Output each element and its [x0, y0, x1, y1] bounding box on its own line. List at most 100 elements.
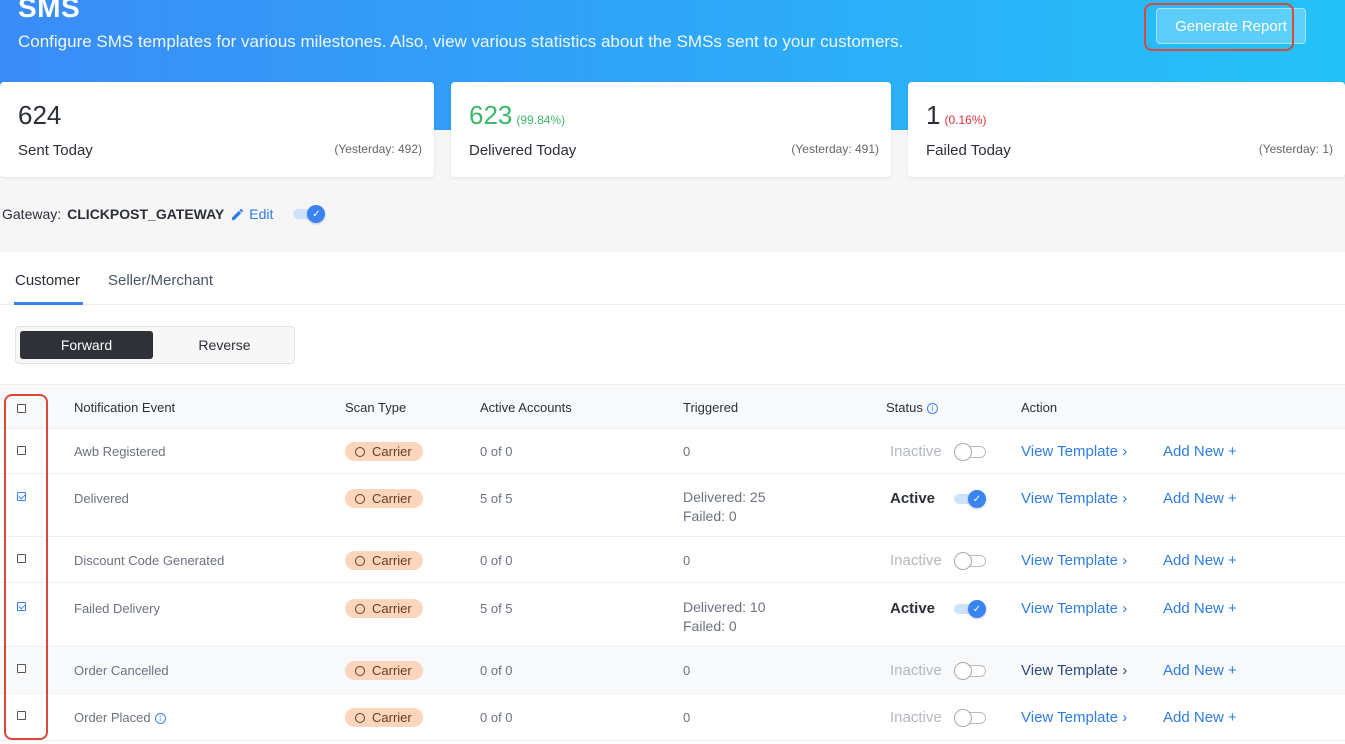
templates-panel: Customer Seller/Merchant Forward Reverse…	[0, 252, 1345, 744]
scan-type-chip: Carrier	[345, 442, 423, 461]
table-row: Order Placed i Carrier 0 of 0 0 Inactive …	[0, 694, 1345, 741]
highlight-outline-generate-report	[1144, 3, 1294, 51]
view-template-link[interactable]: View Template ›	[1021, 600, 1127, 617]
highlight-outline-checkboxes	[4, 394, 48, 740]
stat-yesterday: (Yesterday: 491)	[791, 142, 879, 156]
chevron-right-icon: ›	[1122, 662, 1128, 679]
gateway-name: CLICKPOST_GATEWAY	[67, 206, 225, 222]
event-name: Awb Registered	[74, 444, 166, 459]
col-action: Action	[1021, 400, 1058, 415]
table-row: Discount Code Generated Carrier 0 of 0 0…	[0, 537, 1345, 583]
info-icon[interactable]: i	[926, 403, 938, 415]
active-tab-indicator	[14, 302, 83, 305]
scan-type-chip: Carrier	[345, 489, 423, 508]
plus-icon: +	[1228, 490, 1237, 507]
sent-today-card: 624 Sent Today (Yesterday: 492)	[0, 82, 434, 177]
col-scan-type: Scan Type	[345, 400, 407, 415]
add-new-link[interactable]: Add New +	[1163, 662, 1237, 679]
active-accounts: 0 of 0	[480, 663, 513, 678]
triggered-count: 0	[683, 710, 691, 725]
status-toggle[interactable]: ✓	[954, 490, 986, 508]
audience-tabs: Customer Seller/Merchant	[0, 252, 1345, 305]
circle-icon	[355, 555, 365, 566]
table-row: Failed Delivery Carrier 5 of 5 Delivered…	[0, 583, 1345, 647]
status-label: Active	[890, 490, 936, 507]
pencil-icon	[232, 208, 244, 220]
page-subtitle: Configure SMS templates for various mile…	[18, 32, 904, 51]
view-template-link[interactable]: View Template ›	[1021, 552, 1127, 569]
scan-type-chip: Carrier	[345, 551, 423, 570]
scan-type-chip: Carrier	[345, 708, 423, 727]
event-name: Order Cancelled	[74, 663, 169, 678]
scan-type-chip: Carrier	[345, 599, 423, 618]
event-name: Order Placed i	[74, 710, 166, 725]
gateway-toggle[interactable]: ✓	[293, 205, 326, 223]
direction-forward[interactable]: Forward	[20, 331, 153, 359]
add-new-link[interactable]: Add New +	[1163, 490, 1237, 507]
table-row: Awb Registered Carrier 0 of 0 0 Inactive…	[0, 429, 1345, 474]
triggered-count: 0	[683, 444, 691, 459]
info-icon[interactable]: i	[154, 713, 166, 725]
stat-label: Failed Today	[926, 142, 1011, 159]
col-notification-event: Notification Event	[74, 400, 176, 415]
direction-toggle: Forward Reverse	[15, 326, 295, 364]
view-template-link[interactable]: View Template ›	[1021, 490, 1127, 507]
status-label: Inactive	[890, 662, 942, 679]
event-name: Delivered	[74, 491, 129, 506]
stat-yesterday: (Yesterday: 1)	[1258, 142, 1333, 156]
table-header: Notification Event Scan Type Active Acco…	[0, 384, 1345, 429]
stat-yesterday: (Yesterday: 492)	[334, 142, 422, 156]
stat-label: Sent Today	[18, 142, 93, 159]
plus-icon: +	[1228, 709, 1237, 726]
scan-type-chip: Carrier	[345, 661, 423, 680]
triggered-count: 0	[683, 663, 691, 678]
triggered-count: 0	[683, 553, 691, 568]
circle-icon	[355, 603, 365, 614]
table-row: Order Cancelled Carrier 0 of 0 0 Inactiv…	[0, 647, 1345, 694]
add-new-link[interactable]: Add New +	[1163, 709, 1237, 726]
gateway-label: Gateway:	[2, 206, 62, 222]
plus-icon: +	[1228, 662, 1237, 679]
stat-label: Delivered Today	[469, 142, 577, 159]
status-toggle[interactable]	[954, 709, 986, 727]
view-template-link[interactable]: View Template ›	[1021, 662, 1127, 679]
page-title: SMS	[18, 0, 81, 23]
col-active-accounts: Active Accounts	[480, 400, 572, 415]
chevron-right-icon: ›	[1122, 490, 1128, 507]
plus-icon: +	[1228, 552, 1237, 569]
direction-reverse[interactable]: Reverse	[158, 331, 291, 359]
view-template-link[interactable]: View Template ›	[1021, 443, 1127, 460]
tab-seller-merchant[interactable]: Seller/Merchant	[108, 272, 213, 289]
stat-percent: (99.84%)	[516, 113, 566, 127]
triggered-count: Delivered: 25 Failed: 0	[683, 489, 766, 524]
plus-icon: +	[1228, 600, 1237, 617]
status-label: Active	[890, 600, 936, 617]
status-toggle[interactable]: ✓	[954, 600, 986, 618]
circle-icon	[355, 446, 365, 457]
tab-customer[interactable]: Customer	[15, 272, 80, 289]
add-new-link[interactable]: Add New +	[1163, 443, 1237, 460]
edit-label: Edit	[249, 206, 274, 222]
view-template-link[interactable]: View Template ›	[1021, 709, 1127, 726]
col-triggered: Triggered	[683, 400, 739, 415]
status-toggle[interactable]	[954, 662, 986, 680]
status-toggle[interactable]	[954, 443, 986, 461]
chevron-right-icon: ›	[1122, 443, 1128, 460]
delivered-today-card: 623 (99.84%) Delivered Today (Yesterday: …	[451, 82, 891, 177]
status-label: Inactive	[890, 552, 942, 569]
circle-icon	[355, 712, 365, 723]
add-new-link[interactable]: Add New +	[1163, 552, 1237, 569]
active-accounts: 0 of 0	[480, 444, 513, 459]
gateway-edit-link[interactable]: Edit	[230, 206, 273, 222]
add-new-link[interactable]: Add New +	[1163, 600, 1237, 617]
active-accounts: 0 of 0	[480, 553, 513, 568]
event-name: Failed Delivery	[74, 601, 160, 616]
circle-icon	[355, 493, 365, 504]
check-icon: ✓	[307, 205, 326, 223]
status-label: Inactive	[890, 443, 942, 460]
active-accounts: 5 of 5	[480, 491, 513, 506]
status-toggle[interactable]	[954, 552, 986, 570]
check-icon: ✓	[968, 490, 986, 508]
table-row: Delivered Carrier 5 of 5 Delivered: 25 Fa…	[0, 474, 1345, 537]
col-status: Status i	[886, 400, 938, 415]
